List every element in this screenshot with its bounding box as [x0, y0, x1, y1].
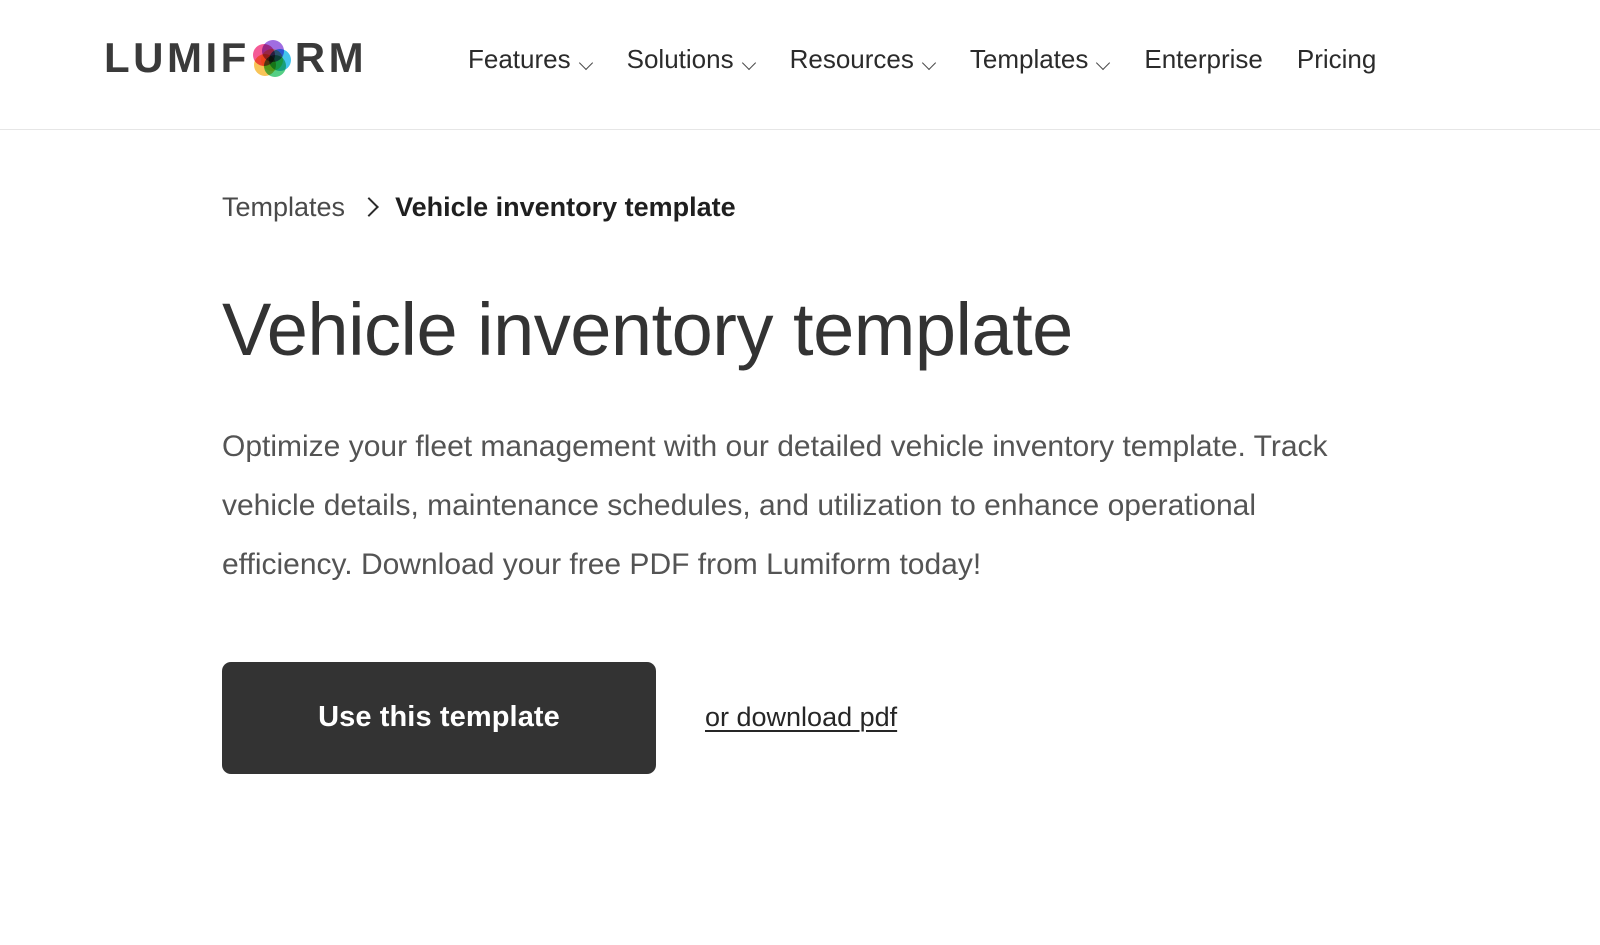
main-content: Templates Vehicle inventory template Veh…: [0, 190, 1600, 774]
use-this-template-button[interactable]: Use this template: [222, 661, 656, 774]
nav-item-enterprise[interactable]: Enterprise: [1144, 40, 1263, 78]
logo-text-after: RM: [294, 34, 368, 81]
logo-text-before: LUMIF: [104, 34, 250, 81]
cta-row: Use this template or download pdf: [222, 661, 1600, 774]
logo[interactable]: LUMIF RM: [104, 33, 367, 83]
main-navigation: Features Solutions Resources Templates E…: [468, 40, 1376, 78]
chevron-down-icon: [580, 58, 593, 66]
nav-item-label: Features: [468, 44, 571, 74]
download-pdf-link[interactable]: or download pdf: [705, 702, 897, 733]
nav-item-pricing[interactable]: Pricing: [1297, 40, 1376, 78]
nav-item-solutions[interactable]: Solutions: [627, 40, 756, 78]
breadcrumb-current: Vehicle inventory template: [395, 191, 736, 222]
nav-item-label: Solutions: [626, 44, 734, 74]
page-title: Vehicle inventory template: [222, 288, 1073, 371]
breadcrumb: Templates Vehicle inventory template: [222, 190, 1600, 224]
chevron-down-icon: [743, 58, 756, 66]
logo-text: LUMIF RM: [104, 37, 367, 79]
site-header: LUMIF RM Features Solutions Resources Te…: [0, 0, 1600, 130]
nav-item-features[interactable]: Features: [468, 40, 593, 78]
chevron-right-icon: [353, 196, 387, 218]
lumiform-circles-logo-icon: [252, 39, 291, 77]
nav-item-label: Resources: [789, 44, 914, 74]
nav-item-label: Templates: [969, 44, 1089, 74]
page-description: Optimize your fleet management with our …: [222, 429, 1328, 582]
nav-item-label: Pricing: [1296, 44, 1377, 74]
nav-item-resources[interactable]: Resources: [790, 40, 936, 78]
breadcrumb-item-templates[interactable]: Templates: [222, 193, 345, 221]
chevron-down-icon: [923, 58, 936, 66]
chevron-down-icon: [1097, 58, 1110, 66]
nav-item-templates[interactable]: Templates: [970, 40, 1111, 78]
nav-item-label: Enterprise: [1144, 44, 1263, 74]
